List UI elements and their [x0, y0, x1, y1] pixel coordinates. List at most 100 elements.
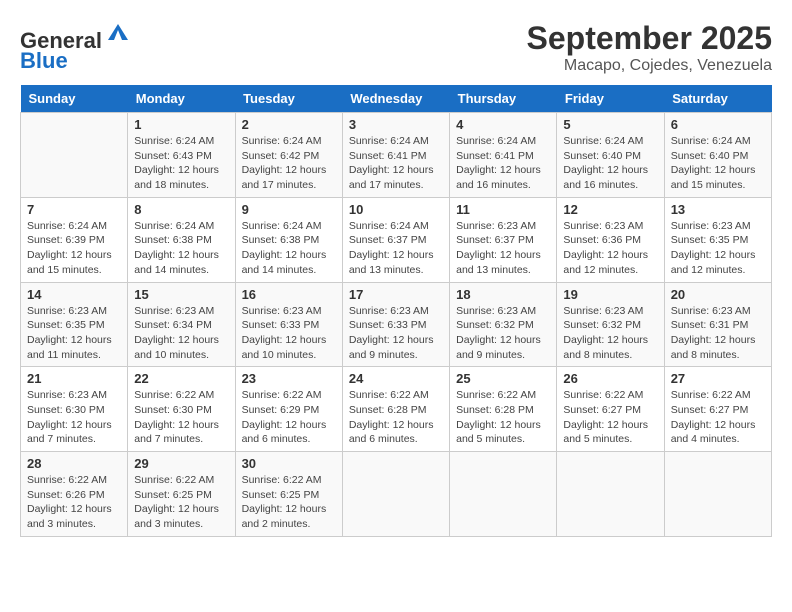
title-block: September 2025 Macapo, Cojedes, Venezuel… — [527, 20, 772, 75]
day-number: 12 — [563, 202, 657, 217]
calendar-cell: 13 Sunrise: 6:23 AM Sunset: 6:35 PM Dayli… — [664, 197, 771, 282]
cell-info: Sunrise: 6:23 AM Sunset: 6:33 PM Dayligh… — [242, 304, 336, 363]
weekday-header-friday: Friday — [557, 85, 664, 113]
calendar-cell: 15Sunrise: 6:23 AM Sunset: 6:34 PM Dayli… — [128, 282, 235, 367]
weekday-header-monday: Monday — [128, 85, 235, 113]
calendar-cell: 27 Sunrise: 6:22 AM Sunset: 6:27 PM Dayli… — [664, 367, 771, 452]
cell-info: Sunrise: 6:24 AM Sunset: 6:39 PM Dayligh… — [27, 219, 121, 278]
day-number: 21 — [27, 371, 121, 386]
cell-info: Sunrise: 6:22 AM Sunset: 6:26 PM Dayligh… — [27, 473, 121, 532]
calendar-cell: 25Sunrise: 6:22 AM Sunset: 6:28 PM Dayli… — [450, 367, 557, 452]
calendar-cell: 2 Sunrise: 6:24 AM Sunset: 6:42 PM Daylig… — [235, 113, 342, 198]
cell-info: Sunrise: 6:24 AM Sunset: 6:41 PM Dayligh… — [349, 134, 443, 193]
day-number: 26 — [563, 371, 657, 386]
day-number: 13 — [671, 202, 765, 217]
calendar-cell: 5 Sunrise: 6:24 AM Sunset: 6:40 PM Daylig… — [557, 113, 664, 198]
calendar-cell — [664, 452, 771, 537]
calendar-cell — [450, 452, 557, 537]
day-number: 1 — [134, 117, 228, 132]
cell-info: Sunrise: 6:24 AM Sunset: 6:42 PM Dayligh… — [242, 134, 336, 193]
calendar-cell: 20 Sunrise: 6:23 AM Sunset: 6:31 PM Dayli… — [664, 282, 771, 367]
calendar-week-1: 1 Sunrise: 6:24 AM Sunset: 6:43 PM Daylig… — [21, 113, 772, 198]
cell-info: Sunrise: 6:24 AM Sunset: 6:40 PM Dayligh… — [563, 134, 657, 193]
calendar-cell: 12 Sunrise: 6:23 AM Sunset: 6:36 PM Dayli… — [557, 197, 664, 282]
cell-info: Sunrise: 6:24 AM Sunset: 6:37 PM Dayligh… — [349, 219, 443, 278]
calendar-week-2: 7 Sunrise: 6:24 AM Sunset: 6:39 PM Daylig… — [21, 197, 772, 282]
cell-info: Sunrise: 6:24 AM Sunset: 6:38 PM Dayligh… — [242, 219, 336, 278]
weekday-header-sunday: Sunday — [21, 85, 128, 113]
calendar-cell: 7 Sunrise: 6:24 AM Sunset: 6:39 PM Daylig… — [21, 197, 128, 282]
cell-info: Sunrise: 6:23 AM Sunset: 6:33 PM Dayligh… — [349, 304, 443, 363]
calendar-cell: 9Sunrise: 6:24 AM Sunset: 6:38 PM Daylig… — [235, 197, 342, 282]
cell-info: Sunrise: 6:23 AM Sunset: 6:37 PM Dayligh… — [456, 219, 550, 278]
cell-info: Sunrise: 6:22 AM Sunset: 6:25 PM Dayligh… — [242, 473, 336, 532]
cell-info: Sunrise: 6:23 AM Sunset: 6:30 PM Dayligh… — [27, 388, 121, 447]
cell-info: Sunrise: 6:22 AM Sunset: 6:30 PM Dayligh… — [134, 388, 228, 447]
day-number: 14 — [27, 287, 121, 302]
calendar-cell: 30 Sunrise: 6:22 AM Sunset: 6:25 PM Dayli… — [235, 452, 342, 537]
calendar-cell: 28 Sunrise: 6:22 AM Sunset: 6:26 PM Dayli… — [21, 452, 128, 537]
calendar-cell: 1 Sunrise: 6:24 AM Sunset: 6:43 PM Daylig… — [128, 113, 235, 198]
weekday-header-wednesday: Wednesday — [342, 85, 449, 113]
calendar-cell: 24Sunrise: 6:22 AM Sunset: 6:28 PM Dayli… — [342, 367, 449, 452]
calendar-cell: 11 Sunrise: 6:23 AM Sunset: 6:37 PM Dayli… — [450, 197, 557, 282]
cell-info: Sunrise: 6:24 AM Sunset: 6:38 PM Dayligh… — [134, 219, 228, 278]
calendar-cell — [21, 113, 128, 198]
day-number: 15 — [134, 287, 228, 302]
calendar-cell: 3 Sunrise: 6:24 AM Sunset: 6:41 PM Daylig… — [342, 113, 449, 198]
cell-info: Sunrise: 6:22 AM Sunset: 6:27 PM Dayligh… — [671, 388, 765, 447]
cell-info: Sunrise: 6:23 AM Sunset: 6:35 PM Dayligh… — [671, 219, 765, 278]
day-number: 20 — [671, 287, 765, 302]
day-number: 2 — [242, 117, 336, 132]
day-number: 11 — [456, 202, 550, 217]
day-number: 29 — [134, 456, 228, 471]
weekday-header-saturday: Saturday — [664, 85, 771, 113]
calendar-cell: 16 Sunrise: 6:23 AM Sunset: 6:33 PM Dayli… — [235, 282, 342, 367]
logo: General Blue — [20, 20, 132, 73]
calendar-cell: 4 Sunrise: 6:24 AM Sunset: 6:41 PM Daylig… — [450, 113, 557, 198]
day-number: 6 — [671, 117, 765, 132]
day-number: 10 — [349, 202, 443, 217]
cell-info: Sunrise: 6:23 AM Sunset: 6:31 PM Dayligh… — [671, 304, 765, 363]
day-number: 16 — [242, 287, 336, 302]
cell-info: Sunrise: 6:24 AM Sunset: 6:40 PM Dayligh… — [671, 134, 765, 193]
day-number: 24 — [349, 371, 443, 386]
calendar-cell: 8Sunrise: 6:24 AM Sunset: 6:38 PM Daylig… — [128, 197, 235, 282]
cell-info: Sunrise: 6:24 AM Sunset: 6:43 PM Dayligh… — [134, 134, 228, 193]
calendar-cell: 19Sunrise: 6:23 AM Sunset: 6:32 PM Dayli… — [557, 282, 664, 367]
weekday-header-thursday: Thursday — [450, 85, 557, 113]
location: Macapo, Cojedes, Venezuela — [527, 57, 772, 75]
page-header: General Blue September 2025 Macapo, Coje… — [20, 20, 772, 75]
cell-info: Sunrise: 6:24 AM Sunset: 6:41 PM Dayligh… — [456, 134, 550, 193]
calendar-cell: 18 Sunrise: 6:23 AM Sunset: 6:32 PM Dayli… — [450, 282, 557, 367]
day-number: 7 — [27, 202, 121, 217]
weekday-header-row: SundayMondayTuesdayWednesdayThursdayFrid… — [21, 85, 772, 113]
day-number: 23 — [242, 371, 336, 386]
calendar-cell: 29Sunrise: 6:22 AM Sunset: 6:25 PM Dayli… — [128, 452, 235, 537]
day-number: 3 — [349, 117, 443, 132]
calendar-week-3: 14Sunrise: 6:23 AM Sunset: 6:35 PM Dayli… — [21, 282, 772, 367]
calendar-week-5: 28 Sunrise: 6:22 AM Sunset: 6:26 PM Dayli… — [21, 452, 772, 537]
day-number: 4 — [456, 117, 550, 132]
day-number: 18 — [456, 287, 550, 302]
calendar-cell: 17Sunrise: 6:23 AM Sunset: 6:33 PM Dayli… — [342, 282, 449, 367]
logo-icon — [104, 20, 132, 48]
day-number: 5 — [563, 117, 657, 132]
cell-info: Sunrise: 6:23 AM Sunset: 6:32 PM Dayligh… — [456, 304, 550, 363]
calendar-cell: 23Sunrise: 6:22 AM Sunset: 6:29 PM Dayli… — [235, 367, 342, 452]
weekday-header-tuesday: Tuesday — [235, 85, 342, 113]
calendar-cell: 22Sunrise: 6:22 AM Sunset: 6:30 PM Dayli… — [128, 367, 235, 452]
calendar-cell: 21 Sunrise: 6:23 AM Sunset: 6:30 PM Dayli… — [21, 367, 128, 452]
calendar-cell: 10 Sunrise: 6:24 AM Sunset: 6:37 PM Dayli… — [342, 197, 449, 282]
calendar-cell: 14Sunrise: 6:23 AM Sunset: 6:35 PM Dayli… — [21, 282, 128, 367]
day-number: 27 — [671, 371, 765, 386]
month-title: September 2025 — [527, 20, 772, 57]
logo-blue: Blue — [20, 48, 68, 73]
day-number: 30 — [242, 456, 336, 471]
day-number: 19 — [563, 287, 657, 302]
cell-info: Sunrise: 6:22 AM Sunset: 6:28 PM Dayligh… — [456, 388, 550, 447]
calendar-week-4: 21 Sunrise: 6:23 AM Sunset: 6:30 PM Dayli… — [21, 367, 772, 452]
day-number: 28 — [27, 456, 121, 471]
calendar-cell: 6 Sunrise: 6:24 AM Sunset: 6:40 PM Daylig… — [664, 113, 771, 198]
cell-info: Sunrise: 6:23 AM Sunset: 6:36 PM Dayligh… — [563, 219, 657, 278]
